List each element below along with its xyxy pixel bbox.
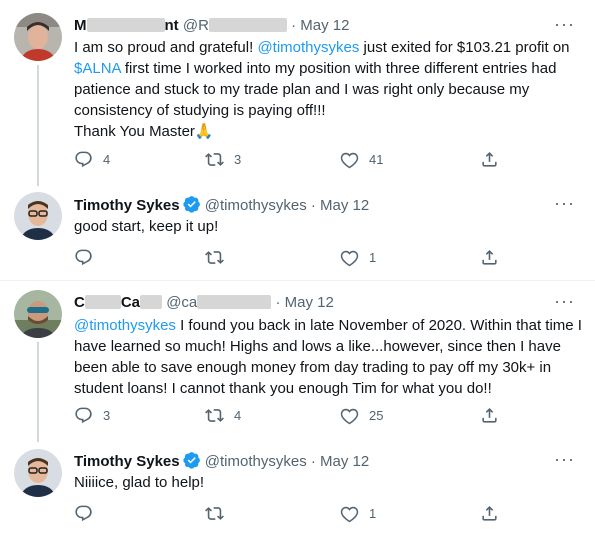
like-count: 1 [369, 250, 377, 265]
author-name[interactable]: Mnt [74, 17, 179, 34]
redacted-handle [197, 295, 272, 309]
share-icon [482, 152, 497, 167]
author-name[interactable]: Timothy Sykes [74, 197, 180, 214]
author-handle[interactable]: @R [183, 17, 287, 34]
reply-button[interactable] [74, 248, 103, 267]
thread-line [37, 65, 39, 186]
heart-icon [340, 506, 359, 523]
tweet-date[interactable]: May 12 [320, 197, 369, 214]
redacted-name [84, 295, 121, 309]
reply-count: 3 [103, 408, 111, 423]
tweet-actions: 1 [74, 248, 514, 270]
separator-dot: · [310, 197, 316, 214]
reply-icon [75, 407, 92, 424]
separator-dot: · [291, 17, 297, 34]
tweet-actions: 1 [74, 504, 514, 526]
retweet-count: 4 [234, 408, 242, 423]
tweet-header: C Ca @ca · May 12 [74, 293, 334, 313]
like-button[interactable]: 1 [340, 504, 376, 523]
author-handle[interactable]: @timothysykes [205, 453, 307, 470]
avatar[interactable] [14, 192, 62, 240]
reply-button[interactable] [74, 504, 103, 523]
retweet-icon [205, 409, 224, 422]
separator-dot: · [310, 453, 316, 470]
retweet-button[interactable]: 4 [205, 406, 241, 425]
share-icon [482, 408, 497, 423]
reply-icon [75, 249, 92, 266]
retweet-count: 3 [234, 152, 242, 167]
tweet[interactable]: Mnt @R · May 12 ··· I am so proud and gr… [0, 0, 595, 186]
like-count: 41 [369, 152, 384, 167]
more-options-icon[interactable]: ··· [554, 193, 575, 214]
avatar[interactable] [14, 290, 62, 338]
reply-icon [75, 505, 92, 522]
tweet-actions: 3 4 25 [74, 406, 514, 428]
thread-line [37, 342, 39, 442]
like-count: 1 [369, 506, 377, 521]
share-button[interactable] [480, 248, 499, 267]
reply-button[interactable]: 3 [74, 406, 110, 425]
separator-dot: · [275, 294, 281, 311]
tweet[interactable]: Timothy Sykes @timothysykes · May 12 ···… [0, 186, 595, 280]
tweet-text: Niiiice, glad to help! [74, 474, 205, 491]
like-button[interactable]: 25 [340, 406, 383, 425]
tweet-date[interactable]: May 12 [285, 294, 334, 311]
retweet-icon [205, 251, 224, 264]
retweet-icon [205, 507, 224, 520]
reply-icon [75, 151, 92, 168]
author-handle[interactable]: @ca [166, 294, 272, 311]
tweet-text: @timothysykes I found you back in late N… [74, 317, 582, 397]
retweet-button[interactable] [205, 248, 234, 267]
avatar[interactable] [14, 449, 62, 497]
redacted-handle [208, 18, 287, 32]
reply-count: 4 [103, 152, 111, 167]
tweet-date[interactable]: May 12 [320, 453, 369, 470]
more-options-icon[interactable]: ··· [554, 291, 575, 312]
mention-link[interactable]: @timothysykes [74, 317, 176, 334]
heart-icon [340, 250, 359, 267]
reply-button[interactable]: 4 [74, 150, 110, 169]
cashtag-link[interactable]: $ALNA [74, 60, 121, 77]
mention-link[interactable]: @timothysykes [257, 39, 359, 56]
author-name[interactable]: Timothy Sykes [74, 453, 180, 470]
share-button[interactable] [480, 504, 499, 523]
redacted-name [140, 295, 163, 309]
like-count: 25 [369, 408, 384, 423]
share-button[interactable] [480, 406, 499, 425]
tweet[interactable]: Timothy Sykes @timothysykes · May 12 ···… [0, 442, 595, 534]
like-button[interactable]: 1 [340, 248, 376, 267]
tweet-text: good start, keep it up! [74, 218, 219, 235]
tweet-text: I am so proud and grateful! @timothysyke… [74, 39, 570, 140]
like-button[interactable]: 41 [340, 150, 383, 169]
share-icon [482, 506, 497, 521]
tweet-date[interactable]: May 12 [300, 17, 349, 34]
avatar[interactable] [14, 13, 62, 61]
retweet-icon [205, 153, 224, 166]
heart-icon [340, 408, 359, 425]
heart-icon [340, 152, 359, 169]
author-handle[interactable]: @timothysykes [205, 197, 307, 214]
author-name[interactable]: C Ca [74, 294, 163, 311]
more-options-icon[interactable]: ··· [554, 449, 575, 470]
more-options-icon[interactable]: ··· [554, 14, 575, 35]
redacted-name [86, 18, 165, 32]
retweet-button[interactable]: 3 [205, 150, 241, 169]
share-icon [482, 250, 497, 265]
tweet[interactable]: C Ca @ca · May 12 ··· @timothysykes I fou… [0, 281, 595, 442]
tweet-header: Mnt @R · May 12 [74, 16, 349, 36]
tweet-actions: 4 3 41 [74, 150, 514, 172]
share-button[interactable] [480, 150, 499, 169]
retweet-button[interactable] [205, 504, 234, 523]
